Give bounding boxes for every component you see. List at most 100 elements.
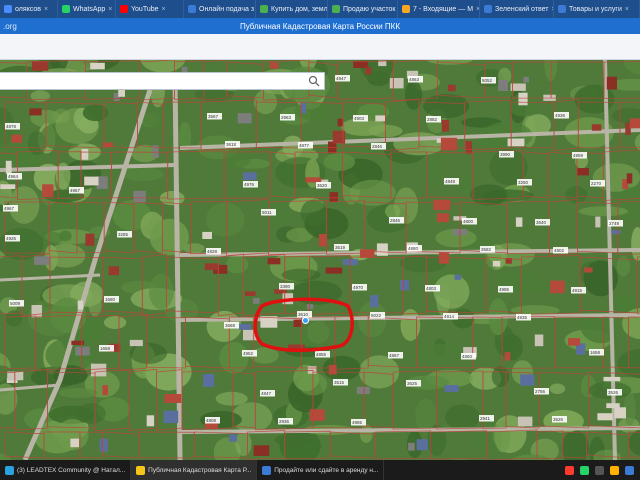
building: [305, 177, 322, 183]
building: [99, 438, 108, 452]
plot-number-label: 4985: [351, 419, 366, 426]
building: [518, 92, 528, 106]
building: [441, 119, 449, 132]
tab-close-icon[interactable]: ×: [44, 6, 48, 13]
plot-number-text: 5022: [371, 313, 382, 318]
browser-tray-icon[interactable]: [625, 465, 634, 475]
whatsapp-tray-icon[interactable]: [580, 465, 589, 475]
youtube-tray-icon[interactable]: [565, 465, 574, 475]
building: [239, 323, 252, 330]
plot-number-text: 4985: [499, 287, 510, 292]
browser-tab[interactable]: Продаю участок×: [328, 0, 398, 18]
plot-number-label: 4903: [353, 115, 368, 122]
location-marker-icon[interactable]: [302, 317, 309, 324]
plot-number-label: 1658: [99, 345, 114, 352]
plot-number-text: 4959: [573, 153, 584, 158]
building: [520, 374, 535, 386]
taskbar-window-button[interactable]: (3) LEADTEX Community @ Натал...: [0, 460, 132, 480]
page-title: Публичная Кадастровая Карта России ПКК: [239, 21, 401, 31]
plot-number-label: 3515: [333, 379, 348, 386]
search-icon[interactable]: [308, 75, 320, 87]
browser-tab[interactable]: оляксов ×: [0, 0, 58, 18]
plot-number-text: 2882: [427, 117, 438, 122]
building: [328, 364, 337, 375]
building: [237, 113, 252, 124]
plot-number-label: 4855: [315, 351, 330, 358]
building: [365, 67, 372, 75]
plot-number-label: 2941: [479, 415, 494, 422]
cadastral-map[interactable]: 5146497949474863505249363567296349032882…: [0, 60, 640, 460]
browser-tab[interactable]: 7 - Входящие — М ×: [398, 0, 480, 18]
plot-number-text: 4848: [445, 179, 456, 184]
cadastral-parcel[interactable]: [138, 431, 195, 459]
tab-close-icon[interactable]: ×: [162, 6, 166, 13]
tab-close-icon[interactable]: ×: [108, 6, 112, 13]
browser-tab[interactable]: Зеленский ответ×: [480, 0, 554, 18]
plot-number-label: 4802: [553, 247, 568, 254]
plot-number-text: 4976: [244, 182, 255, 187]
vegetation-patch: [206, 202, 245, 237]
building: [440, 137, 457, 151]
plot-number-text: 4800: [463, 219, 474, 224]
vegetation-patch: [561, 430, 589, 460]
plot-number-label: 4880: [407, 245, 422, 252]
browser-tab[interactable]: Товары и услуги ×: [554, 0, 640, 18]
vegetation-patch: [494, 420, 511, 453]
building: [356, 386, 370, 395]
building: [523, 76, 529, 83]
os-taskbar: (3) LEADTEX Community @ Натал... Публична…: [0, 460, 640, 480]
plot-number-label: 4860: [461, 353, 476, 360]
building: [267, 258, 281, 265]
tab-label: оляксов: [15, 5, 41, 13]
building: [133, 190, 146, 203]
plot-number-text: 4970: [353, 285, 364, 290]
vegetation-patch: [491, 366, 510, 387]
window-app-icon: [5, 465, 14, 475]
building: [11, 134, 22, 143]
plot-number-text: 4967: [70, 188, 81, 193]
yandex-tray-icon[interactable]: [610, 465, 619, 475]
building: [444, 385, 459, 392]
plot-number-text: 4964: [8, 174, 19, 179]
building: [90, 62, 105, 70]
vegetation-patch: [470, 184, 508, 206]
app-tray-icon[interactable]: [595, 465, 604, 475]
plot-number-label: 3582: [480, 246, 495, 253]
plot-number-text: 5011: [262, 210, 272, 215]
road: [603, 60, 617, 460]
plot-number-label: 2936: [278, 418, 293, 425]
map-canvas[interactable]: 5146497949474863505249363567296349032882…: [0, 60, 640, 460]
plot-number-text: 3526: [608, 390, 619, 395]
plot-number-label: 4976: [243, 181, 258, 188]
plot-number-text: 4877: [299, 143, 310, 148]
vegetation-patch: [349, 179, 396, 206]
plot-number-text: 4803: [426, 286, 437, 291]
map-search-box[interactable]: [0, 72, 325, 92]
building: [243, 172, 257, 180]
plot-number-label: 4848: [444, 178, 459, 185]
plot-number-text: 4828: [207, 249, 218, 254]
browser-tab[interactable]: WhatsApp ×: [58, 0, 116, 18]
tab-close-icon[interactable]: ×: [625, 6, 629, 13]
taskbar-window-button[interactable]: Продайте или сдайте в аренду н...: [257, 460, 385, 480]
plot-number-text: 3515: [334, 380, 345, 385]
screen: оляксов × WhatsApp × YouTube × Онлайн подача з…: [0, 0, 640, 480]
url-fragment[interactable]: .org: [0, 22, 60, 31]
browser-tab[interactable]: Онлайн подача з×: [184, 0, 256, 18]
browser-tab[interactable]: Купить дом, земл×: [256, 0, 328, 18]
tab-favicon-icon: [332, 5, 340, 13]
plot-number-text: 4880: [408, 246, 419, 251]
building: [309, 409, 325, 421]
taskbar-window-button[interactable]: Публичная Кадастровая Карта Р...: [131, 460, 258, 480]
browser-tab[interactable]: YouTube ×: [116, 0, 184, 18]
tab-label: YouTube: [131, 5, 159, 13]
building: [597, 413, 613, 421]
building: [591, 124, 602, 131]
vegetation-patch: [219, 342, 249, 374]
plot-number-label: 4935: [516, 314, 531, 321]
building: [31, 61, 49, 71]
building: [0, 184, 16, 189]
building: [568, 338, 581, 346]
search-input[interactable]: [0, 75, 300, 92]
plot-number-text: 3567: [208, 114, 219, 119]
